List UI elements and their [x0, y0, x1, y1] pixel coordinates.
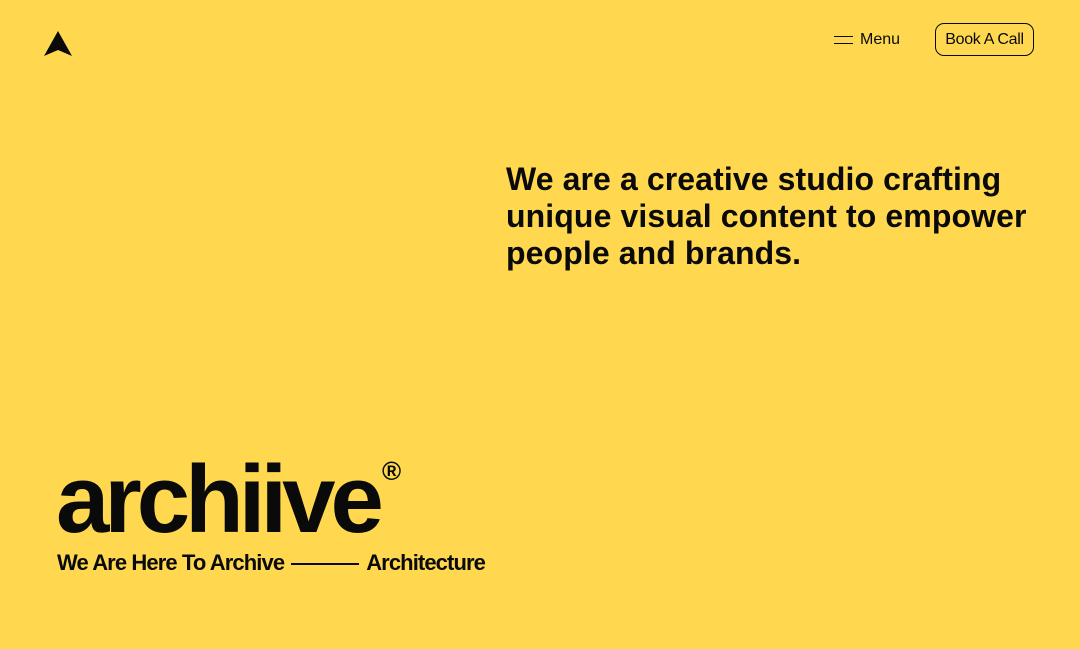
menu-button[interactable]: Menu — [834, 31, 900, 49]
brand-wordmark: archiive — [56, 452, 384, 548]
triangle-star-logo-icon — [44, 31, 72, 56]
book-a-call-button[interactable]: Book A Call — [935, 23, 1034, 56]
registered-mark: ® — [382, 456, 402, 486]
hamburger-icon — [834, 36, 853, 44]
hero-tagline: We are a creative studio crafting unique… — [506, 161, 1027, 271]
site-logo[interactable] — [43, 31, 73, 57]
brand-block: archiive ® We Are Here To Archive Archit… — [56, 452, 486, 576]
subtitle-right: Architecture — [366, 550, 486, 575]
subtitle-divider — [291, 563, 360, 565]
wordmark-text: archiive — [56, 446, 384, 553]
brand-subtitle: We Are Here To Archive Architecture — [57, 550, 486, 576]
subtitle-left: We Are Here To Archive — [57, 550, 285, 575]
menu-label: Menu — [860, 31, 901, 48]
